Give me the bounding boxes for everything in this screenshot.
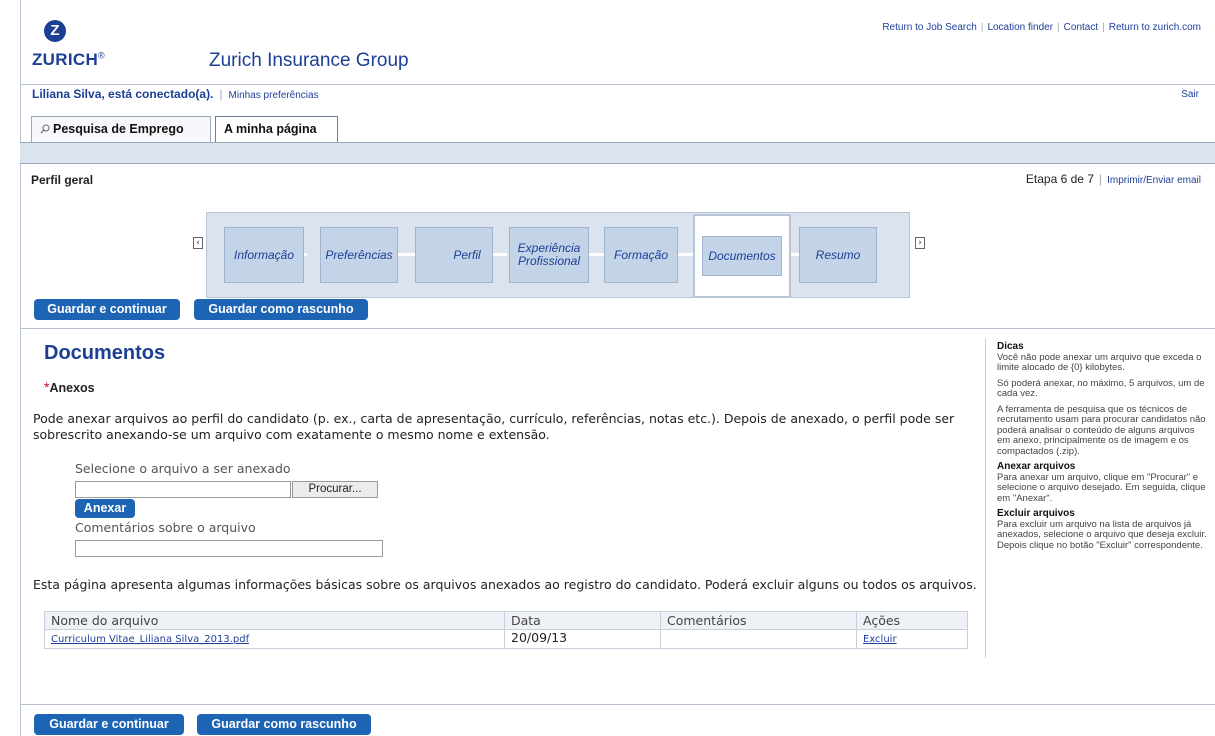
site-header: Z ZURICH® Zurich Insurance Group Return … [20,0,1215,84]
file-link[interactable]: Curriculum Vitae_Liliana Silva_2013.pdf [51,634,249,645]
divider [20,328,1215,329]
col-comments: Comentários [660,611,857,630]
link-location-finder[interactable]: Location finder [987,22,1053,33]
table-header-row: Nome do arquivo Data Comentários Ações [44,611,968,630]
step-label: Preferências [325,247,393,262]
step-navigator: Informação Preferências Perfil Experiênc… [206,212,910,298]
tip-size-limit: Você não pode anexar um arquivo que exce… [997,351,1202,373]
zurich-logo[interactable]: Z ZURICH® [32,20,105,76]
save-continue-button-bottom[interactable]: Guardar e continuar [34,714,184,735]
file-input[interactable] [75,481,291,498]
step-experiencia[interactable]: Experiência Profissional [509,227,589,283]
step-label: Documentos [708,248,776,263]
tip-max-files: Só poderá anexar, no máximo, 5 arquivos,… [997,377,1205,399]
top-links: Return to Job Search | Location finder | Con… [882,22,1201,33]
logo-emblem: Z [44,20,66,42]
action-cell: Excluir [856,629,968,649]
active-step-box: Documentos [702,236,782,276]
next-arrow-icon[interactable]: › [915,237,925,249]
col-actions: Ações [856,611,968,630]
print-email-link[interactable]: Imprimir/Enviar email [1107,175,1201,186]
tip-search-tool: A ferramenta de pesquisa que os técnicos… [997,403,1206,457]
filename-cell: Curriculum Vitae_Liliana Silva_2013.pdf [44,629,505,649]
step-text: Etapa 6 de 7 [1025,172,1094,186]
tips-delete-title: Excluir arquivos [997,508,1075,519]
date-cell: 20/09/13 [504,629,661,649]
attachments-info: Esta página apresenta algumas informaçõe… [33,577,977,592]
step-preferencias[interactable]: Preferências [320,227,398,283]
step-indicator: Etapa 6 de 7 | Imprimir/Enviar email [1025,172,1201,186]
step-perfil[interactable]: Perfil [415,227,493,283]
documents-title: Documentos [44,342,166,364]
prev-arrow-icon[interactable]: ‹ [193,237,203,249]
step-connector [397,253,417,256]
documents-intro: Pode anexar arquivos ao perfil do candid… [33,411,955,442]
logo-wordmark: ZURICH® [32,50,105,69]
step-documentos[interactable]: Documentos [693,214,791,298]
brand-title: Zurich Insurance Group [209,50,409,71]
save-draft-button[interactable]: Guardar como rascunho [194,299,368,320]
link-return-job-search[interactable]: Return to Job Search [882,22,977,33]
profile-title: Perfil geral [31,173,94,187]
attachments-heading: *Anexos [44,379,95,395]
step-formacao[interactable]: Formação [604,227,678,283]
tip-attach: Para anexar um arquivo, clique em "Procu… [997,471,1206,504]
user-status: Liliana Silva, está conectado(a). [32,87,214,101]
tab-bar [20,142,1215,164]
tab-label: Pesquisa de Emprego [53,122,184,136]
step-label: Experiência Profissional [517,241,581,268]
link-return-zurich[interactable]: Return to zurich.com [1109,22,1201,33]
logout-link[interactable]: Sair [1181,89,1199,100]
save-continue-button[interactable]: Guardar e continuar [34,299,180,320]
tips-panel: Dicas Você não pode anexar um arquivo qu… [997,341,1209,556]
step-label: Formação [613,247,669,262]
tips-attach-title: Anexar arquivos [997,461,1076,472]
select-file-label: Selecione o arquivo a ser anexado [75,461,291,476]
preferences-link[interactable]: Minhas preferências [229,90,319,101]
tip-delete: Para excluir um arquivo na lista de arqu… [997,518,1207,551]
tips-divider [985,338,986,658]
tips-title: Dicas [997,341,1024,352]
step-label: Perfil [453,247,481,262]
user-bar: Liliana Silva, está conectado(a). | Minhas… [32,87,319,101]
table-row: Curriculum Vitae_Liliana Silva_2013.pdf … [44,629,968,649]
divider [20,704,1215,705]
delete-link[interactable]: Excluir [863,634,897,645]
step-label: Informação [233,247,295,262]
save-draft-button-bottom[interactable]: Guardar como rascunho [197,714,371,735]
comments-input[interactable] [75,540,383,557]
attachments-table: Nome do arquivo Data Comentários Ações C… [44,611,968,649]
step-resumo[interactable]: Resumo [799,227,877,283]
col-filename: Nome do arquivo [44,611,505,630]
step-informacao[interactable]: Informação [224,227,304,283]
comments-cell [660,629,857,649]
attachments-label: Anexos [49,381,95,395]
comments-label: Comentários sobre o arquivo [75,520,256,535]
divider [20,84,1215,85]
tab-job-search[interactable]: Pesquisa de Emprego [31,116,211,142]
search-icon [40,124,50,134]
link-contact[interactable]: Contact [1064,22,1098,33]
browse-button[interactable]: Procurar... [292,481,378,498]
tab-label: A minha página [224,122,317,136]
attach-button[interactable]: Anexar [75,499,135,518]
tab-my-page[interactable]: A minha página [215,116,338,142]
col-date: Data [504,611,661,630]
step-label: Resumo [815,247,861,262]
